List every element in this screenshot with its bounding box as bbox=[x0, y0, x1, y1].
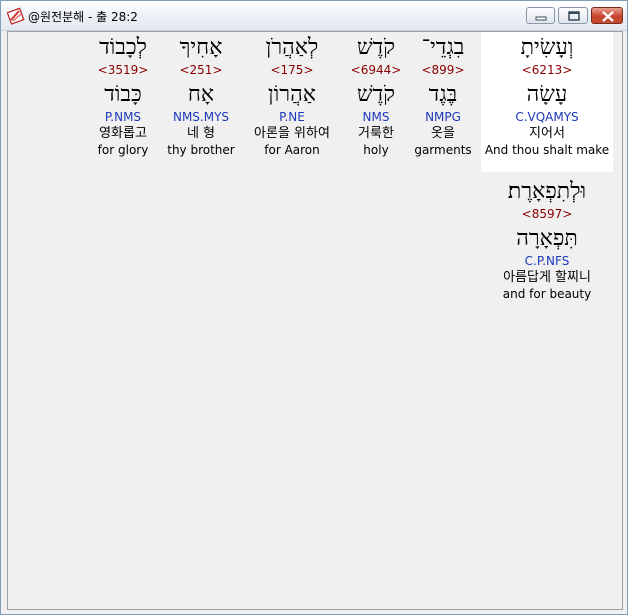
hebrew-word: וּלְתִפְאָרֶת׃ bbox=[507, 179, 587, 204]
word-column-7[interactable]: וּלְתִפְאָרֶת׃ <8597> תִּפְאָרָה C.P.NFS… bbox=[482, 179, 612, 302]
parsing-code: NMPG bbox=[425, 110, 461, 124]
word-column-2[interactable]: בִגְדֵי־ <899> בֶּגֶד NMPG 옷을 garments bbox=[409, 35, 477, 158]
interlinear-panel: וְעָשִׂיתָ <6213> עָשָׂה C.VQAMYS 지어서 An… bbox=[7, 31, 623, 610]
parsing-code: NMS bbox=[362, 110, 390, 124]
strong-number[interactable]: <6944> bbox=[346, 63, 406, 77]
english-gloss: garments bbox=[414, 143, 472, 157]
strong-number[interactable]: <6213> bbox=[481, 63, 613, 77]
hebrew-word: קֹדֶשׁ bbox=[357, 35, 395, 60]
english-gloss: thy brother bbox=[167, 143, 235, 157]
parsing-code: NMS.MYS bbox=[172, 110, 230, 124]
korean-gloss: 영화롭고 bbox=[99, 126, 147, 141]
english-gloss: And thou shalt make bbox=[484, 143, 610, 157]
hebrew-lemma: בֶּגֶד bbox=[428, 82, 458, 107]
maximize-button[interactable] bbox=[558, 7, 588, 24]
hebrew-word: לְכָבוֹד bbox=[99, 35, 147, 60]
app-icon bbox=[6, 7, 25, 25]
korean-gloss: 지어서 bbox=[529, 126, 565, 141]
minimize-icon bbox=[535, 16, 547, 21]
app-window: @원전분해 - 출 28:2 וְעָשִׂיתָ <6213> עָשָׂה … bbox=[0, 0, 628, 615]
english-gloss: holy bbox=[363, 143, 389, 157]
hebrew-word: בִגְדֵי־ bbox=[421, 35, 465, 60]
hebrew-lemma: אַהֲרוֹן bbox=[268, 82, 316, 107]
hebrew-lemma: אָח bbox=[187, 82, 215, 107]
english-gloss: for Aaron bbox=[264, 143, 320, 157]
korean-gloss: 네 형 bbox=[186, 126, 216, 141]
maximize-icon bbox=[568, 11, 580, 21]
parsing-code: C.VQAMYS bbox=[515, 110, 579, 124]
strong-number[interactable]: <251> bbox=[165, 63, 237, 77]
hebrew-word: וְעָשִׂיתָ bbox=[520, 35, 574, 60]
minimize-button[interactable] bbox=[526, 7, 555, 24]
strong-number[interactable]: <899> bbox=[409, 63, 477, 77]
title-bar[interactable]: @원전분해 - 출 28:2 bbox=[1, 1, 627, 31]
hebrew-word: אָחִיךָ bbox=[179, 35, 223, 60]
hebrew-lemma: קֹדֶשׁ bbox=[357, 82, 395, 107]
parsing-code: P.NE bbox=[279, 110, 305, 124]
korean-gloss: 거룩한 bbox=[358, 126, 394, 141]
strong-number[interactable]: <3519> bbox=[88, 63, 158, 77]
word-column-5[interactable]: אָחִיךָ <251> אָח NMS.MYS 네 형 thy brothe… bbox=[165, 35, 237, 158]
close-icon bbox=[602, 11, 614, 22]
korean-gloss: 옷을 bbox=[431, 126, 455, 141]
hebrew-word: לְאַהֲרֹן bbox=[265, 35, 319, 60]
word-column-6[interactable]: לְכָבוֹד <3519> כָּבוֹד P.NMS 영화롭고 for g… bbox=[88, 35, 158, 158]
close-button[interactable] bbox=[591, 7, 623, 24]
word-column-3[interactable]: קֹדֶשׁ <6944> קֹדֶשׁ NMS 거룩한 holy bbox=[346, 35, 406, 158]
english-gloss: for glory bbox=[97, 143, 149, 157]
hebrew-lemma: עָשָׂה bbox=[526, 82, 568, 107]
strong-number[interactable]: <8597> bbox=[482, 207, 612, 221]
word-column-1[interactable]: וְעָשִׂיתָ <6213> עָשָׂה C.VQAMYS 지어서 An… bbox=[481, 32, 613, 172]
strong-number[interactable]: <175> bbox=[241, 63, 343, 77]
hebrew-lemma: תִּפְאָרָה bbox=[516, 226, 578, 251]
korean-gloss: 아름답게 할찌니 bbox=[503, 270, 591, 285]
window-title: @원전분해 - 출 28:2 bbox=[28, 10, 138, 24]
korean-gloss: 아론을 위하여 bbox=[254, 126, 330, 141]
parsing-code: C.P.NFS bbox=[524, 254, 570, 268]
word-column-4[interactable]: לְאַהֲרֹן <175> אַהֲרוֹן P.NE 아론을 위하여 fo… bbox=[241, 35, 343, 158]
parsing-code: P.NMS bbox=[104, 110, 142, 124]
hebrew-lemma: כָּבוֹד bbox=[104, 82, 142, 107]
english-gloss: and for beauty bbox=[502, 287, 592, 301]
